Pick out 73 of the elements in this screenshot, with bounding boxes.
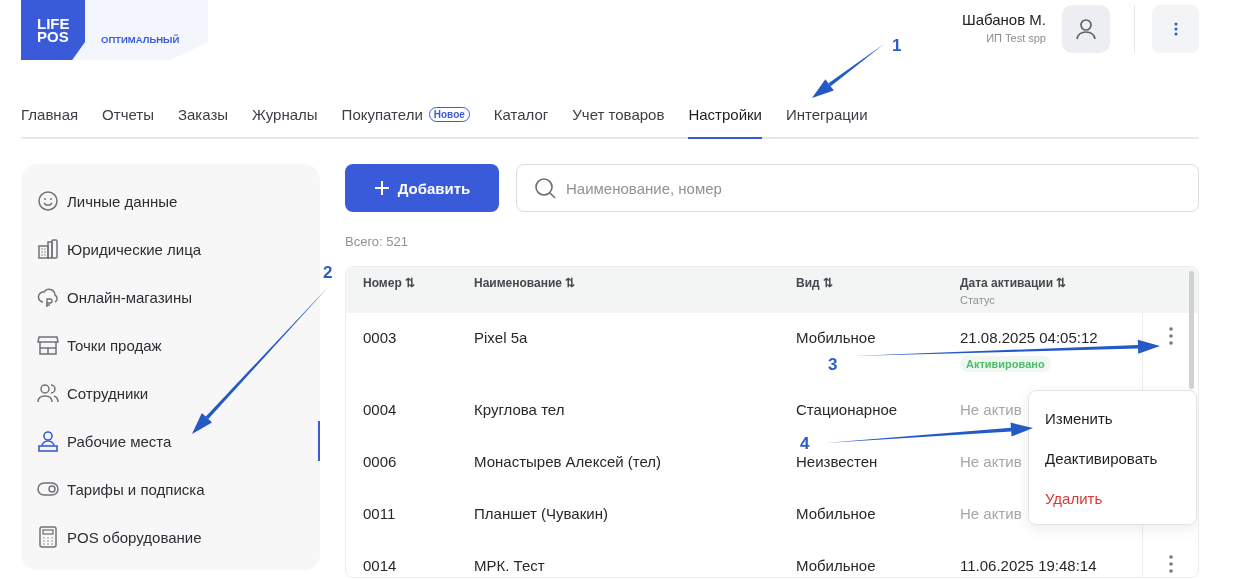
logo: LIFE POS: [21, 0, 85, 60]
table-cell: Pixel 5a: [474, 329, 528, 346]
nav-tab[interactable]: Журналы: [252, 106, 318, 139]
nav-tab[interactable]: Настройки: [688, 106, 762, 139]
table-cell: МРК. Тест: [474, 557, 545, 574]
column-header[interactable]: Наименование ⇅: [474, 276, 576, 290]
column-header[interactable]: Номер ⇅: [363, 276, 416, 290]
table-cell: 0014: [363, 557, 397, 574]
sidebar-item[interactable]: Юридические лица: [21, 225, 320, 273]
store-icon: [37, 334, 59, 356]
column-subheader: Статус: [960, 294, 995, 306]
annotation-number: 3: [828, 355, 838, 374]
calculator-icon: [37, 526, 59, 548]
user-icon: [1074, 17, 1098, 41]
sidebar-item[interactable]: Онлайн-магазины: [21, 273, 320, 321]
workplace-icon: [37, 430, 59, 452]
status-badge: Активировано: [960, 356, 1051, 372]
table-cell: 11.06.2025 19:48:14: [960, 557, 1097, 574]
people-icon: [37, 382, 59, 404]
table-cell: Мобильное: [796, 505, 876, 522]
status-text: Не актив: [960, 401, 1022, 418]
more-icon: [1173, 22, 1178, 36]
nav-tab[interactable]: Отчеты: [102, 106, 154, 139]
buildings-icon: [37, 238, 59, 260]
total-count: Всего: 521: [345, 234, 409, 250]
table-cell: 0003: [363, 329, 397, 346]
search-icon: [534, 177, 556, 199]
search-field[interactable]: Наименование, номер: [516, 164, 1199, 212]
scrollbar[interactable]: [1189, 271, 1194, 389]
avatar-button[interactable]: [1062, 5, 1110, 53]
annotation-number: 4: [800, 434, 810, 453]
sidebar-item[interactable]: POS оборудование: [21, 513, 320, 561]
annotation-number: 1: [892, 36, 902, 55]
annotation-number: 2: [323, 263, 333, 282]
table-cell: Круглова тел: [474, 401, 565, 418]
plan-label: ОПТИМАЛЬНЫЙ: [101, 33, 180, 45]
sidebar-item[interactable]: Точки продаж: [21, 321, 320, 369]
annotation-arrow: [812, 44, 884, 98]
nav-tab[interactable]: Учет товаров: [572, 106, 665, 139]
cloud-ruble-icon: [37, 286, 59, 308]
table-cell: 21.08.2025 04:05:12: [960, 329, 1098, 346]
add-button[interactable]: Добавить: [345, 164, 499, 212]
menu-item[interactable]: Деактивировать: [1029, 438, 1196, 478]
table-cell: Монастырев Алексей (тел): [474, 453, 662, 470]
more-icon: [1168, 327, 1173, 345]
plus-icon: [373, 180, 390, 196]
table-cell: Неизвестен: [796, 453, 878, 470]
company-name: ИП Test spp: [986, 32, 1046, 44]
table-cell: Планшет (Чувакин): [474, 505, 608, 522]
status-text: Не актив: [960, 505, 1022, 522]
menu-item[interactable]: Удалить: [1029, 478, 1196, 518]
menu-item[interactable]: Изменить: [1029, 398, 1196, 438]
more-icon: [1168, 555, 1173, 573]
table-cell: Мобильное: [796, 557, 876, 574]
status-text: Не актив: [960, 453, 1022, 470]
nav-tab[interactable]: Интеграции: [785, 106, 868, 139]
sidebar-item[interactable]: Тарифы и подписка: [21, 465, 320, 513]
table-cell: 0006: [363, 453, 397, 470]
column-header[interactable]: Дата активации ⇅: [960, 276, 1067, 290]
user-name: Шабанов М.: [961, 11, 1046, 28]
nav-tab[interactable]: Покупатели Новое: [341, 106, 470, 139]
nav-tab[interactable]: Главная: [21, 106, 79, 139]
sidebar-item[interactable]: Рабочие места: [21, 417, 320, 465]
table-cell: 0011: [363, 505, 396, 522]
sidebar-item[interactable]: Сотрудники: [21, 369, 320, 417]
table-cell: Мобильное: [796, 329, 876, 346]
table-cell: Стационарное: [796, 401, 898, 418]
nav-tab[interactable]: Каталог: [493, 106, 549, 139]
table-cell: 0004: [363, 401, 397, 418]
column-header[interactable]: Вид ⇅: [796, 276, 833, 290]
sidebar-item[interactable]: Личные данные: [21, 177, 320, 225]
nav-tab[interactable]: Заказы: [177, 106, 229, 139]
smile-icon: [37, 190, 59, 212]
